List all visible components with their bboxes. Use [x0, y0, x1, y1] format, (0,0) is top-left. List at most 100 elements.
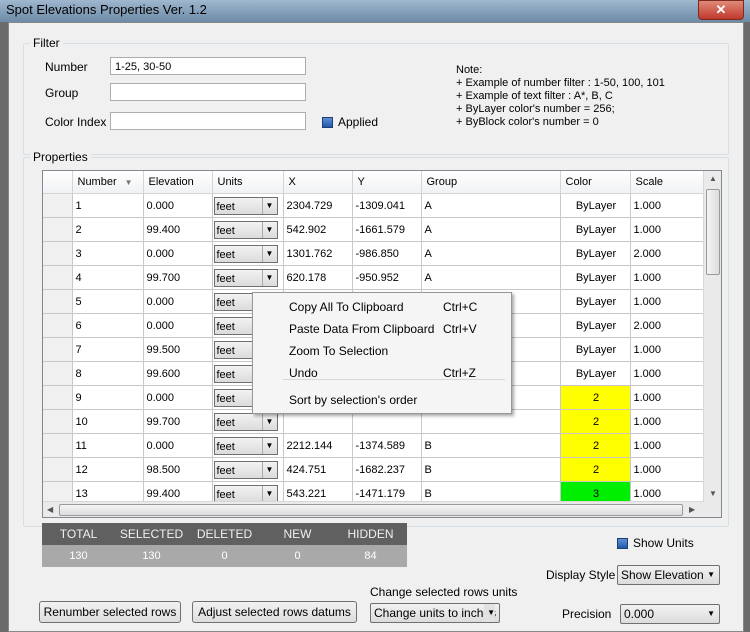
scale-cell[interactable]: 1.000: [630, 409, 704, 434]
x-cell[interactable]: 2212.144: [283, 433, 353, 458]
table-row[interactable]: 3 0.000 feet ▼ 1301.762 -986.850 A ByLayer 2.000: [43, 241, 704, 266]
group-cell[interactable]: A: [421, 193, 561, 218]
vertical-scrollbar[interactable]: ▲ ▼: [703, 171, 721, 517]
row-header[interactable]: [43, 409, 73, 434]
color-cell[interactable]: 2: [560, 409, 631, 434]
number-filter-input[interactable]: 1-25, 30-50: [110, 57, 306, 75]
row-header[interactable]: [43, 457, 73, 482]
change-units-select[interactable]: Change units to inches ▼: [370, 603, 500, 623]
elevation-cell[interactable]: 0.000: [143, 313, 213, 338]
number-cell[interactable]: 5: [72, 289, 144, 314]
units-select[interactable]: feet ▼: [213, 412, 278, 431]
row-header[interactable]: [43, 289, 73, 314]
y-cell[interactable]: -950.952: [352, 265, 422, 290]
number-cell[interactable]: 1: [72, 193, 144, 218]
number-cell[interactable]: 9: [72, 385, 144, 410]
group-cell[interactable]: A: [421, 217, 561, 242]
table-row[interactable]: 12 98.500 feet ▼ 424.751 -1682.237 B 2 1.000: [43, 457, 704, 482]
applied-checkbox[interactable]: [322, 117, 333, 128]
color-cell[interactable]: ByLayer: [560, 337, 631, 362]
y-cell[interactable]: -1374.589: [352, 433, 422, 458]
horizontal-scrollbar[interactable]: ◀ ▶: [43, 501, 704, 517]
elevation-cell[interactable]: 0.000: [143, 289, 213, 314]
units-select[interactable]: feet ▼: [213, 244, 278, 263]
column-header-number[interactable]: Number ▼: [72, 171, 144, 194]
units-select[interactable]: feet ▼: [213, 220, 278, 239]
x-cell[interactable]: 1301.762: [283, 241, 353, 266]
scroll-left-icon[interactable]: ◀: [47, 505, 53, 514]
elevation-cell[interactable]: 99.500: [143, 337, 213, 362]
units-select[interactable]: feet ▼: [213, 484, 278, 503]
column-header-color[interactable]: Color: [560, 171, 631, 194]
units-cell[interactable]: feet ▼: [212, 433, 284, 458]
scale-cell[interactable]: 1.000: [630, 433, 704, 458]
x-cell[interactable]: 542.902: [283, 217, 353, 242]
scale-cell[interactable]: 1.000: [630, 337, 704, 362]
color-cell[interactable]: 2: [560, 385, 631, 410]
color-cell[interactable]: ByLayer: [560, 193, 631, 218]
units-cell[interactable]: feet ▼: [212, 217, 284, 242]
close-button[interactable]: ✕: [698, 0, 744, 20]
group-cell[interactable]: B: [421, 433, 561, 458]
row-header[interactable]: [43, 361, 73, 386]
number-cell[interactable]: 4: [72, 265, 144, 290]
table-row[interactable]: 4 99.700 feet ▼ 620.178 -950.952 A ByLayer 1.000: [43, 265, 704, 290]
renumber-button[interactable]: Renumber selected rows: [39, 601, 181, 623]
column-header-scale[interactable]: Scale: [630, 171, 704, 194]
number-cell[interactable]: 7: [72, 337, 144, 362]
elevation-cell[interactable]: 0.000: [143, 193, 213, 218]
scale-cell[interactable]: 1.000: [630, 217, 704, 242]
color-cell[interactable]: ByLayer: [560, 361, 631, 386]
scale-cell[interactable]: 1.000: [630, 385, 704, 410]
column-header-y[interactable]: Y: [352, 171, 422, 194]
scale-cell[interactable]: 1.000: [630, 457, 704, 482]
row-header[interactable]: [43, 265, 73, 290]
column-header-elevation[interactable]: Elevation: [143, 171, 213, 194]
color-index-filter-input[interactable]: [110, 112, 306, 130]
units-cell[interactable]: feet ▼: [212, 457, 284, 482]
group-cell[interactable]: A: [421, 265, 561, 290]
show-units-checkbox[interactable]: [617, 538, 628, 549]
y-cell[interactable]: -986.850: [352, 241, 422, 266]
color-cell[interactable]: ByLayer: [560, 241, 631, 266]
color-cell[interactable]: ByLayer: [560, 265, 631, 290]
elevation-cell[interactable]: 98.500: [143, 457, 213, 482]
elevation-cell[interactable]: 0.000: [143, 241, 213, 266]
elevation-cell[interactable]: 99.700: [143, 409, 213, 434]
menu-item-paste-data[interactable]: Paste Data From Clipboard: [289, 322, 434, 336]
column-header-units[interactable]: Units: [212, 171, 284, 194]
units-select[interactable]: feet ▼: [213, 196, 278, 215]
precision-select[interactable]: 0.000 ▼: [620, 604, 720, 624]
units-select[interactable]: feet ▼: [213, 436, 278, 455]
y-cell[interactable]: -1309.041: [352, 193, 422, 218]
elevation-cell[interactable]: 99.600: [143, 361, 213, 386]
number-cell[interactable]: 3: [72, 241, 144, 266]
number-cell[interactable]: 10: [72, 409, 144, 434]
units-select[interactable]: feet ▼: [213, 460, 278, 479]
row-header[interactable]: [43, 217, 73, 242]
color-cell[interactable]: 2: [560, 457, 631, 482]
adjust-datums-button[interactable]: Adjust selected rows datums: [192, 601, 357, 623]
menu-item-undo[interactable]: Undo: [289, 366, 318, 380]
table-row[interactable]: 1 0.000 feet ▼ 2304.729 -1309.041 A ByLayer 1.00…: [43, 193, 704, 218]
number-cell[interactable]: 12: [72, 457, 144, 482]
color-cell[interactable]: ByLayer: [560, 289, 631, 314]
number-cell[interactable]: 2: [72, 217, 144, 242]
row-header[interactable]: [43, 433, 73, 458]
row-header[interactable]: [43, 313, 73, 338]
elevation-cell[interactable]: 99.400: [143, 217, 213, 242]
scale-cell[interactable]: 2.000: [630, 313, 704, 338]
vertical-scroll-thumb[interactable]: [706, 189, 720, 275]
units-cell[interactable]: feet ▼: [212, 193, 284, 218]
group-cell[interactable]: B: [421, 457, 561, 482]
number-cell[interactable]: 6: [72, 313, 144, 338]
x-cell[interactable]: 620.178: [283, 265, 353, 290]
scale-cell[interactable]: 1.000: [630, 361, 704, 386]
elevation-cell[interactable]: 0.000: [143, 385, 213, 410]
units-select[interactable]: feet ▼: [213, 268, 278, 287]
menu-item-sort-by-selection[interactable]: Sort by selection's order: [289, 393, 417, 407]
table-row[interactable]: 11 0.000 feet ▼ 2212.144 -1374.589 B 2 1.000: [43, 433, 704, 458]
units-cell[interactable]: feet ▼: [212, 265, 284, 290]
column-header-x[interactable]: X: [283, 171, 353, 194]
units-cell[interactable]: feet ▼: [212, 241, 284, 266]
